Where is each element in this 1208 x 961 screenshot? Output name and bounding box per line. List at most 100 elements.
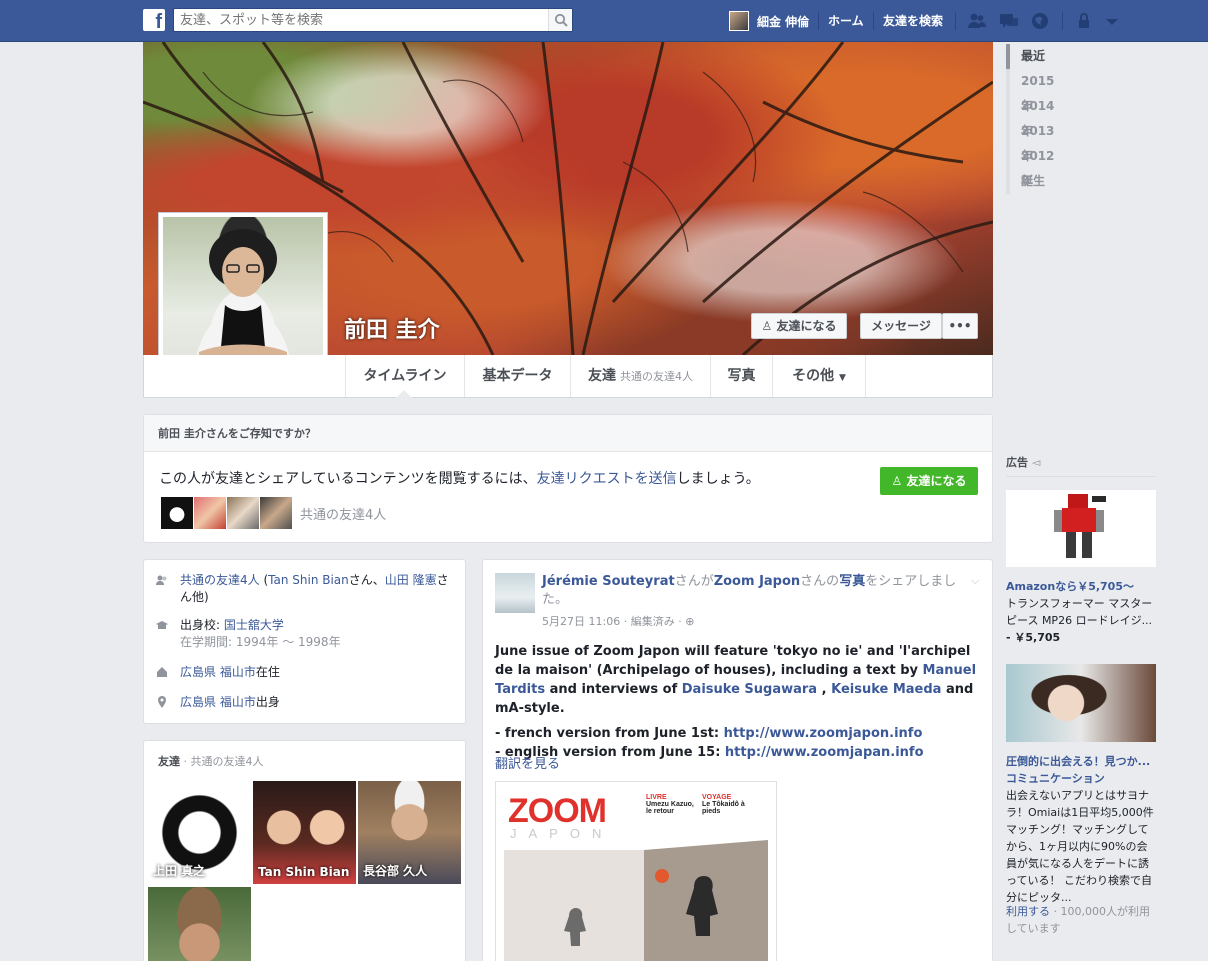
tab-label: 写真 <box>727 368 756 384</box>
post-timestamp[interactable]: 5月27日 11:06 <box>542 615 620 628</box>
mutual-friend-avatar[interactable] <box>194 497 226 529</box>
mutual-friends-count[interactable]: 共通の友達4人 <box>300 504 386 523</box>
ad2-use-link[interactable]: 利用する <box>1006 905 1050 918</box>
mutual-friend-avatar[interactable] <box>260 497 292 529</box>
year-2015[interactable]: 2015年 <box>1006 69 1066 113</box>
intro-from-city-link[interactable]: 福山市 <box>220 695 256 709</box>
messages-icon[interactable] <box>999 11 1019 31</box>
magazine-cover: ZOOM JAPON LIVRE Umezu Kazuo, le retour V… <box>504 790 768 961</box>
mention-link[interactable]: Daisuke Sugawara <box>682 682 817 697</box>
more-options-button[interactable]: ••• <box>942 313 978 339</box>
add-friend-green-button[interactable]: ♙ 友達になる <box>880 467 978 495</box>
friends-icon <box>156 575 167 585</box>
see-translation-link[interactable]: 翻訳を見る <box>495 753 560 772</box>
intro-school-link[interactable]: 国士舘大学 <box>224 618 284 632</box>
megaphone-icon: ◅ <box>1031 456 1041 469</box>
friend-requests-icon[interactable] <box>967 11 987 31</box>
tab-photos[interactable]: 写真 <box>711 355 773 397</box>
home-icon <box>157 667 167 677</box>
account-menu-icon[interactable] <box>1102 11 1122 31</box>
intro-school-row: 出身校: 国士舘大学 在学期間: 1994年 〜 1998年 <box>156 617 456 651</box>
friend-tile[interactable]: Tan Shin Bian <box>253 781 356 884</box>
intro-live-pref-link[interactable]: 広島県 <box>180 665 216 679</box>
mutual-friends-faces <box>161 497 293 529</box>
privacy-shortcuts-icon[interactable] <box>1074 11 1094 31</box>
intro-from-pref-link[interactable]: 広島県 <box>180 695 216 709</box>
nav-user-avatar <box>729 11 749 31</box>
nav-home-link[interactable]: ホーム <box>828 10 864 32</box>
ad1-text: トランスフォーマー マスターピース MP26 ロードレイジ... - ￥5,705 <box>1006 597 1153 644</box>
intro-lives-row: 広島県 福山市在住 <box>156 664 456 681</box>
friend-name: Tan Shin Bian <box>258 865 350 879</box>
post-header: Jérémie SouteyratさんがZoom Japonさんの写真をシェアし… <box>542 574 957 607</box>
nav-user-link[interactable]: 細金 伸倫 <box>729 10 809 32</box>
year-2013[interactable]: 2013年 <box>1006 119 1066 163</box>
nav-user-name: 細金 伸倫 <box>757 14 810 29</box>
year-2012[interactable]: 2012年 <box>1006 144 1066 188</box>
intro-mutual-row: 共通の友達4人 (Tan Shin Bianさん、山田 隆憲さん他) <box>156 572 456 606</box>
globe-icon: ⊕ <box>685 615 695 628</box>
ad2-text: 出会えないアプリとはサヨナラ！Omiaiは1日平均5,000件マッチング！マッチ… <box>1006 789 1154 904</box>
tab-friends[interactable]: 友達 共通の友達4人 <box>571 355 711 397</box>
nav-separator <box>955 12 956 30</box>
friend-tile[interactable]: 長谷部 久人 <box>358 781 461 884</box>
search-box <box>173 8 573 32</box>
do-you-know-card: 前田 圭介さんをご存知ですか？ この人が友達とシェアしているコンテンツを閲覧する… <box>143 414 993 543</box>
do-you-know-title: 前田 圭介さんをご存知ですか？ <box>144 415 992 452</box>
profile-figure-graphic <box>193 229 293 377</box>
location-pin-icon <box>158 696 166 708</box>
profile-name[interactable]: 前田 圭介 <box>344 312 440 344</box>
year-born[interactable]: 誕生 <box>1006 169 1066 194</box>
mention-link[interactable]: Keisuke Maeda <box>831 682 941 697</box>
timeline-post: Jérémie SouteyratさんがZoom Japonさんの写真をシェアし… <box>482 559 993 961</box>
facebook-logo-icon[interactable]: f <box>143 9 165 31</box>
tab-more[interactable]: その他 ▼ <box>773 355 866 397</box>
intro-mutual-link[interactable]: 共通の友達4人 <box>180 573 260 587</box>
add-friend-label: 友達になる <box>776 319 837 333</box>
tab-label: その他 <box>792 368 835 384</box>
ad2-footer: 利用する · 100,000人が利用しています <box>1006 905 1150 935</box>
top-navigation-bar: f 細金 伸倫 ホーム 友達を検索 <box>0 0 1208 42</box>
intro-school-years: 在学期間: 1994年 〜 1998年 <box>180 635 341 649</box>
ad2-title[interactable]: 圧倒的に出会える！見つか... コミュニケーション <box>1006 753 1158 787</box>
friends-card-title[interactable]: 友達 · 共通の友達4人 <box>158 753 264 769</box>
add-friend-icon: ♙ <box>891 474 903 488</box>
nav-separator <box>1062 12 1063 30</box>
school-icon <box>156 621 168 629</box>
mutual-friend-avatar[interactable] <box>227 497 259 529</box>
add-friend-icon: ♙ <box>761 319 773 333</box>
mutual-friend-avatar[interactable] <box>161 497 193 529</box>
year-recent[interactable]: 最近 <box>1006 44 1066 69</box>
ad1-title[interactable]: Amazonなら￥5,705〜 <box>1006 578 1158 595</box>
post-author-avatar[interactable] <box>495 573 535 613</box>
intro-mutual-name2[interactable]: 山田 隆憲 <box>385 573 437 587</box>
url-link[interactable]: http://www.zoomjapon.info <box>724 726 923 741</box>
search-input[interactable] <box>174 9 544 31</box>
year-2014[interactable]: 2014年 <box>1006 94 1066 138</box>
active-tab-indicator <box>396 390 412 398</box>
ad2-image[interactable] <box>1006 664 1156 742</box>
search-icon <box>554 13 568 27</box>
search-button[interactable] <box>548 9 572 31</box>
nav-find-friends-link[interactable]: 友達を検索 <box>883 10 943 32</box>
nav-separator <box>818 12 819 30</box>
post-options-chevron-icon[interactable]: ⌵ <box>971 574 979 588</box>
tab-sub-label: 共通の友達4人 <box>620 370 693 383</box>
friend-tile[interactable]: 上田 真之 <box>148 781 251 884</box>
post-photo[interactable]: ZOOM JAPON LIVRE Umezu Kazuo, le retour V… <box>495 781 777 961</box>
nav-separator <box>873 12 874 30</box>
intro-live-city-link[interactable]: 福山市 <box>220 665 256 679</box>
ad1-image[interactable] <box>1006 490 1156 567</box>
post-page-link[interactable]: Zoom Japon <box>714 574 800 589</box>
friend-tile[interactable] <box>148 887 251 961</box>
message-button[interactable]: メッセージ <box>860 313 942 339</box>
intro-mutual-name1[interactable]: Tan Shin Bian <box>268 573 349 587</box>
tab-about[interactable]: 基本データ <box>465 355 571 397</box>
post-photo-link[interactable]: 写真 <box>839 574 865 589</box>
notifications-icon[interactable] <box>1030 11 1050 31</box>
post-author-link[interactable]: Jérémie Souteyrat <box>542 574 675 589</box>
send-request-link[interactable]: 友達リクエストを送信 <box>537 471 677 487</box>
url-link[interactable]: http://www.zoomjapan.info <box>725 745 924 760</box>
add-friend-button[interactable]: ♙ 友達になる <box>751 313 847 339</box>
post-meta: 5月27日 11:06 · 編集済み · ⊕ <box>542 615 695 628</box>
